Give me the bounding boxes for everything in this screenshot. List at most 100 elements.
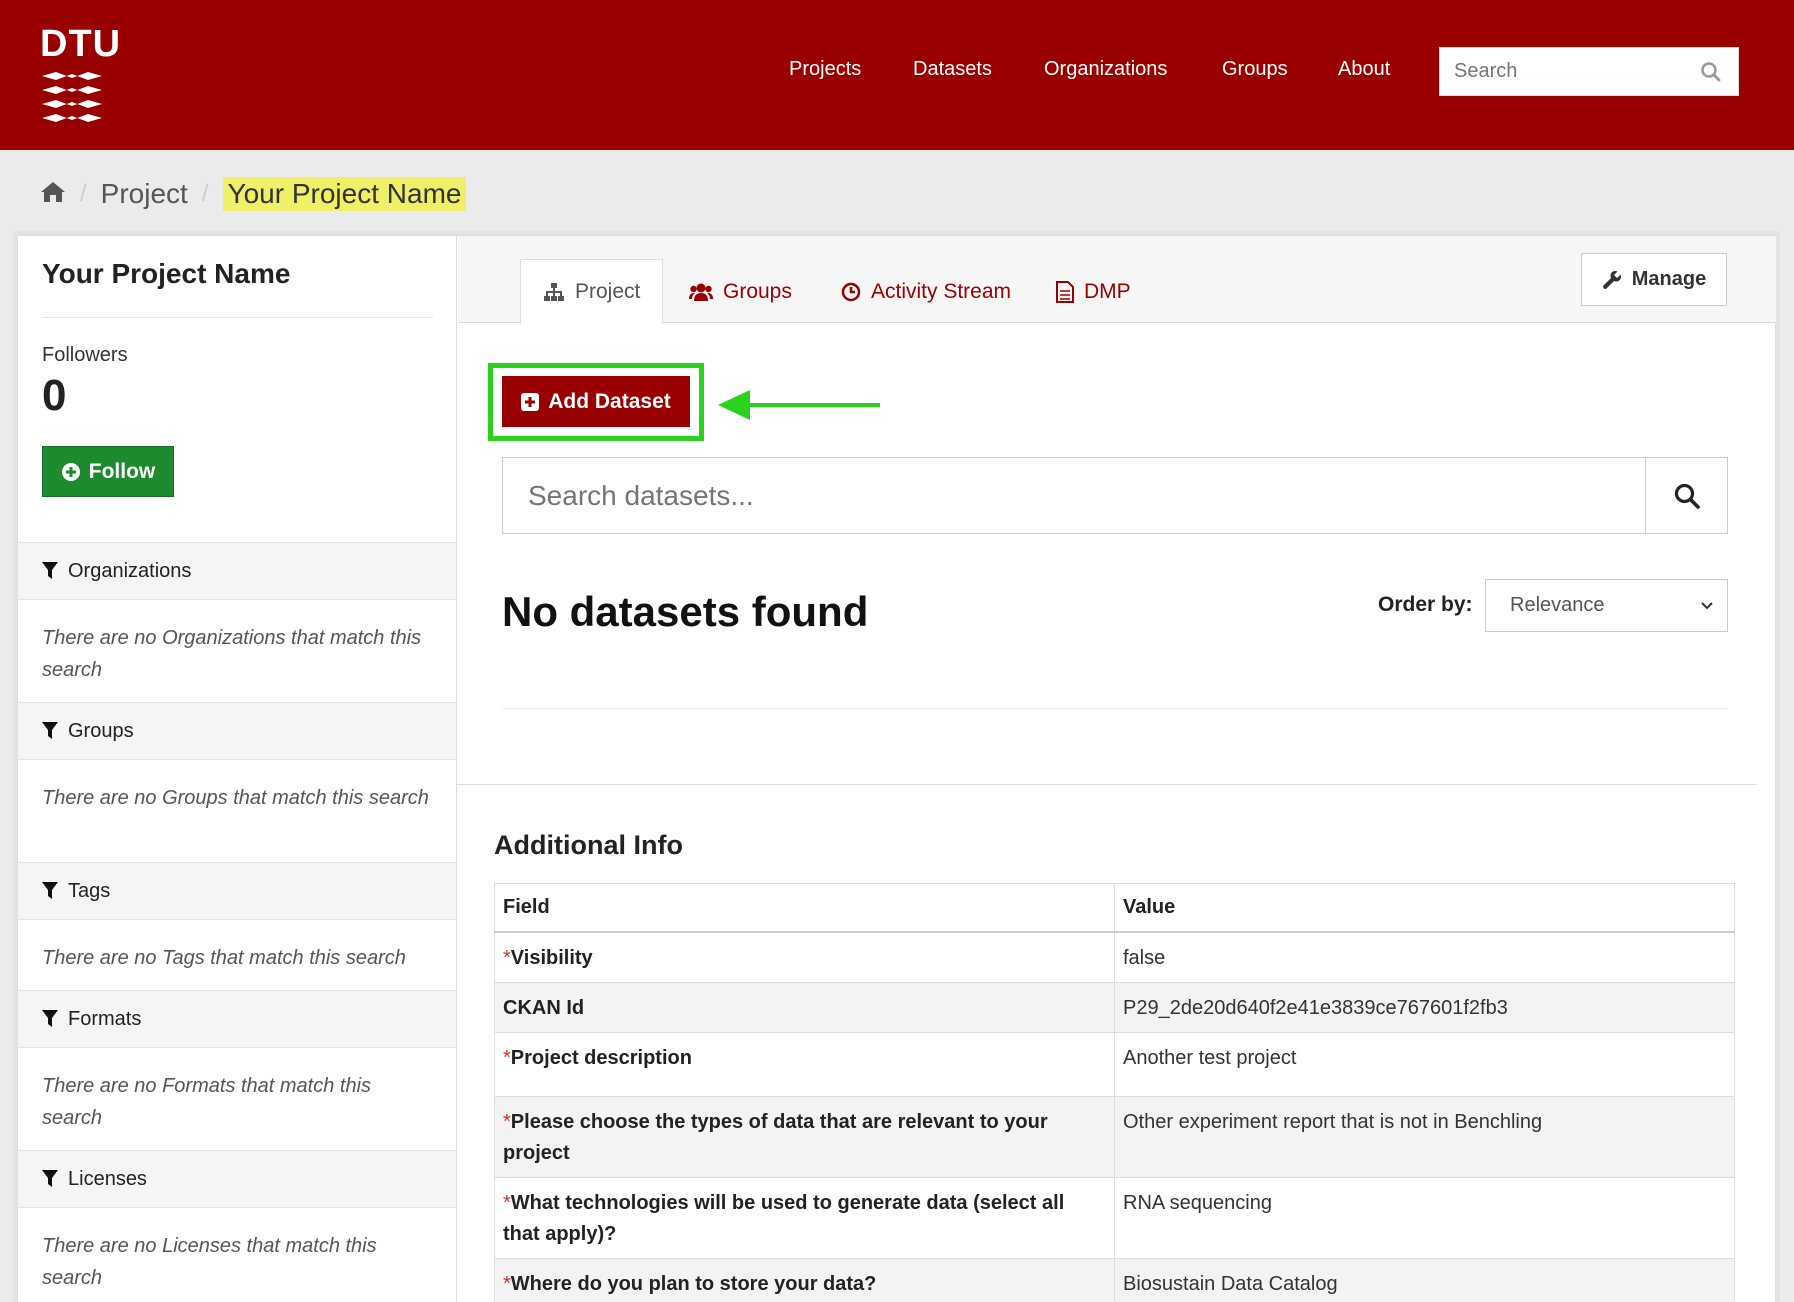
site-search-input[interactable] bbox=[1440, 48, 1690, 95]
facet-title: Licenses bbox=[68, 1167, 147, 1190]
value-cell: RNA sequencing bbox=[1114, 1177, 1735, 1259]
facet-empty-text: There are no Formats that match this sea… bbox=[42, 1075, 372, 1129]
facet-title: Groups bbox=[68, 719, 134, 742]
results-heading: No datasets found bbox=[502, 588, 869, 635]
tab-label: Groups bbox=[723, 279, 792, 303]
filter-icon bbox=[42, 722, 58, 739]
masthead: DTU Projects Datasets Organizations Grou… bbox=[0, 0, 1794, 150]
value-cell: Another test project bbox=[1114, 1032, 1735, 1097]
facet-heading[interactable]: Tags bbox=[18, 862, 456, 920]
table-row: *Project description Another test projec… bbox=[494, 1032, 1735, 1097]
field-name: Please choose the types of data that are… bbox=[503, 1111, 1048, 1164]
wrench-icon bbox=[1602, 270, 1621, 289]
dataset-search bbox=[502, 457, 1728, 534]
sidebar: Your Project Name Followers 0 Follow Org… bbox=[18, 236, 457, 1302]
value-cell: P29_2de20d640f2e41e3839ce767601f2fb3 bbox=[1114, 982, 1735, 1033]
additional-info-title: Additional Info bbox=[494, 830, 683, 860]
table-header-row: Field Value bbox=[494, 883, 1735, 933]
facet-heading[interactable]: Formats bbox=[18, 990, 456, 1048]
breadcrumb-separator: / bbox=[80, 180, 87, 207]
nav-organizations[interactable]: Organizations bbox=[1044, 58, 1167, 81]
nav-groups[interactable]: Groups bbox=[1222, 58, 1288, 81]
search-icon[interactable] bbox=[1700, 61, 1722, 88]
nav-datasets[interactable]: Datasets bbox=[913, 58, 992, 81]
table-row: *Please choose the types of data that ar… bbox=[494, 1096, 1735, 1178]
sitemap-icon bbox=[544, 282, 564, 301]
field-name: Visibility bbox=[510, 947, 593, 969]
field-cell: *What technologies will be used to gener… bbox=[494, 1177, 1115, 1259]
order-by-label: Order by: bbox=[1378, 593, 1473, 616]
filter-icon bbox=[42, 882, 58, 899]
add-dataset-button[interactable]: Add Dataset bbox=[502, 376, 690, 427]
dataset-search-button[interactable] bbox=[1646, 458, 1727, 533]
plus-square-icon bbox=[521, 392, 540, 411]
breadcrumb-project[interactable]: Project bbox=[101, 178, 188, 210]
order-by-value: Relevance bbox=[1510, 594, 1605, 616]
project-title: Your Project Name bbox=[42, 258, 291, 289]
plus-circle-icon bbox=[61, 462, 80, 481]
facet-title: Organizations bbox=[68, 559, 192, 582]
value-cell: false bbox=[1114, 931, 1735, 983]
nav-projects[interactable]: Projects bbox=[789, 58, 861, 81]
additional-info-table: Field Value *Visibility false CKAN Id P2… bbox=[494, 883, 1735, 1302]
facet-formats: Formats There are no Formats that match … bbox=[18, 990, 456, 1134]
site-search bbox=[1439, 47, 1739, 96]
home-icon[interactable] bbox=[40, 178, 66, 210]
filter-icon bbox=[42, 1170, 58, 1187]
breadcrumb-current[interactable]: Your Project Name bbox=[222, 177, 467, 211]
field-cell: *Visibility bbox=[494, 931, 1115, 983]
facet-heading[interactable]: Organizations bbox=[18, 542, 456, 600]
manage-button[interactable]: Manage bbox=[1581, 253, 1727, 306]
facet-licenses: Licenses There are no Licenses that matc… bbox=[18, 1150, 456, 1294]
value-cell: Other experiment report that is not in B… bbox=[1114, 1096, 1735, 1178]
search-icon bbox=[1674, 483, 1700, 509]
tab-label: Project bbox=[575, 279, 641, 303]
chevron-down-icon bbox=[1701, 602, 1713, 610]
breadcrumb-separator: / bbox=[201, 180, 209, 207]
arrow-indicator-icon bbox=[718, 390, 880, 420]
facet-heading[interactable]: Groups bbox=[18, 702, 456, 760]
table-row: *Visibility false bbox=[494, 931, 1735, 983]
tab-groups[interactable]: Groups bbox=[689, 259, 792, 324]
clock-icon bbox=[841, 282, 861, 301]
table-row: *Where do you plan to store your data? B… bbox=[494, 1258, 1735, 1302]
followers-label: Followers bbox=[42, 344, 128, 366]
facet-heading[interactable]: Licenses bbox=[18, 1150, 456, 1208]
tab-project[interactable]: Project bbox=[520, 259, 664, 324]
facet-empty-text: There are no Licenses that match this se… bbox=[42, 1235, 377, 1289]
required-marker: * bbox=[503, 1047, 511, 1069]
tab-activity-stream[interactable]: Activity Stream bbox=[841, 259, 1011, 324]
column-header: Value bbox=[1114, 883, 1735, 933]
column-header: Field bbox=[494, 883, 1115, 933]
facet-title: Formats bbox=[68, 1007, 142, 1030]
value-cell: Biosustain Data Catalog bbox=[1114, 1258, 1735, 1302]
required-marker: * bbox=[503, 1273, 511, 1295]
order-by-select[interactable]: Relevance bbox=[1485, 579, 1728, 632]
field-name: Where do you plan to store your data? bbox=[510, 1273, 877, 1295]
divider bbox=[42, 317, 434, 318]
tab-dmp[interactable]: DMP bbox=[1056, 259, 1131, 324]
divider bbox=[457, 784, 1757, 785]
field-cell: *Please choose the types of data that ar… bbox=[494, 1096, 1115, 1178]
field-cell: *Project description bbox=[494, 1032, 1115, 1097]
facet-empty-text: There are no Groups that match this sear… bbox=[42, 787, 429, 809]
breadcrumb: / Project / Your Project Name bbox=[40, 176, 467, 212]
add-dataset-label: Add Dataset bbox=[548, 389, 671, 413]
users-icon bbox=[689, 283, 713, 301]
table-row: CKAN Id P29_2de20d640f2e41e3839ce767601f… bbox=[494, 982, 1735, 1033]
field-name: What technologies will be used to genera… bbox=[503, 1192, 1065, 1245]
dataset-search-input[interactable] bbox=[503, 458, 1646, 533]
facet-title: Tags bbox=[68, 879, 111, 902]
follow-button[interactable]: Follow bbox=[42, 446, 174, 497]
field-cell: CKAN Id bbox=[494, 982, 1115, 1033]
facet-empty-text: There are no Organizations that match th… bbox=[42, 627, 422, 681]
field-name: CKAN Id bbox=[503, 997, 585, 1019]
tabs-bar: Project Groups Activity Stream DMP bbox=[458, 236, 1776, 324]
table-row: *What technologies will be used to gener… bbox=[494, 1177, 1735, 1259]
nav-about[interactable]: About bbox=[1338, 58, 1390, 81]
facet-tags: Tags There are no Tags that match this s… bbox=[18, 862, 456, 974]
facet-groups: Groups There are no Groups that match th… bbox=[18, 702, 456, 814]
follow-label: Follow bbox=[88, 459, 156, 483]
required-marker: * bbox=[503, 1111, 511, 1133]
followers-count: 0 bbox=[42, 371, 67, 420]
